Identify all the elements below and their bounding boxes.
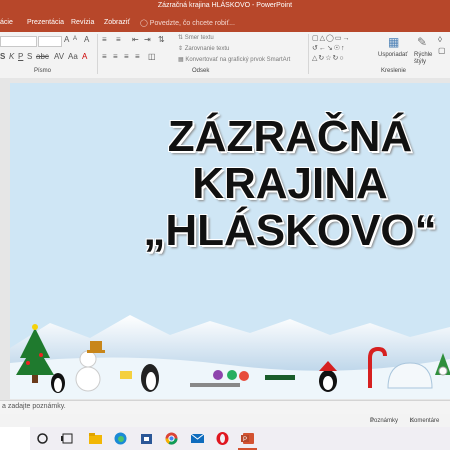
shape-outline-icon[interactable]: ▢ bbox=[438, 46, 446, 55]
strikethrough-icon[interactable]: abc bbox=[36, 52, 49, 61]
status-bar: ≡ Poznámky □ Komentáre bbox=[0, 414, 450, 427]
align-text-button[interactable]: ⇕ Zarovnanie textu bbox=[178, 45, 229, 52]
group-label-paragraph: Odsek bbox=[192, 68, 210, 74]
opera-icon[interactable] bbox=[215, 431, 230, 446]
slide-title[interactable]: ZÁZRAČNÁ KRAJINA „HLÁSKOVO“ bbox=[130, 113, 450, 254]
tab-slideshow[interactable]: Prezentácia bbox=[27, 19, 64, 26]
title-bar: Zázračná krajina HLÁSKOVO - PowerPoint bbox=[0, 0, 450, 16]
edge-icon[interactable] bbox=[113, 431, 128, 446]
tab-view[interactable]: Zobraziť bbox=[104, 19, 130, 26]
bullets-icon[interactable]: ≡ bbox=[102, 35, 107, 44]
shadow-icon[interactable]: S bbox=[27, 52, 32, 61]
convert-smartart-button[interactable]: ▦ Konvertovať na grafický prvok SmartArt bbox=[178, 56, 290, 63]
window-title: Zázračná krajina HLÁSKOVO - PowerPoint bbox=[157, 2, 293, 9]
group-label-font: Písmo bbox=[34, 68, 52, 74]
store-icon[interactable] bbox=[139, 431, 154, 446]
taskbar: P bbox=[0, 427, 450, 450]
align-text-icon: ⇕ bbox=[178, 46, 184, 52]
ribbon-tabs: ácie Prezentácia Revízia Zobraziť ◯ Pove… bbox=[0, 16, 450, 32]
group-label-drawing: Kreslenie bbox=[381, 68, 407, 74]
decrease-indent-icon[interactable]: ⇤ bbox=[132, 35, 139, 44]
smartart-icon: ▦ bbox=[178, 57, 184, 63]
divider bbox=[97, 34, 98, 74]
task-view-icon[interactable] bbox=[60, 431, 75, 446]
increase-indent-icon[interactable]: ⇥ bbox=[144, 35, 151, 44]
align-right-icon[interactable]: ≡ bbox=[124, 52, 129, 61]
notes-pane[interactable]: a zadajte poznámky. bbox=[0, 400, 450, 414]
numbering-icon[interactable]: ≡ bbox=[116, 35, 121, 44]
arrange-button[interactable]: ▦ Usporiadať bbox=[378, 35, 414, 67]
bold-icon[interactable]: S bbox=[0, 52, 5, 61]
tell-me-search[interactable]: ◯ Povedzte, čo chcete robiť... bbox=[140, 19, 235, 27]
powerpoint-icon[interactable]: P bbox=[240, 431, 255, 446]
lightbulb-icon: ◯ bbox=[140, 20, 148, 27]
text-direction-button[interactable]: ⇅ Smer textu bbox=[178, 34, 214, 41]
mail-icon[interactable] bbox=[190, 431, 205, 446]
clear-format-icon[interactable]: A bbox=[84, 35, 89, 44]
columns-icon[interactable]: ◫ bbox=[148, 52, 156, 61]
char-spacing-icon[interactable]: AV bbox=[54, 52, 64, 61]
align-left-icon[interactable]: ≡ bbox=[102, 52, 107, 61]
tab-home[interactable]: ácie bbox=[0, 19, 13, 26]
slide-title-line: ZÁZRAČNÁ bbox=[167, 112, 413, 161]
font-color-icon[interactable]: A bbox=[82, 52, 87, 61]
file-explorer-icon[interactable] bbox=[88, 431, 103, 446]
chrome-icon[interactable] bbox=[164, 431, 179, 446]
quick-styles-icon: ✎ bbox=[417, 35, 428, 49]
font-size-box[interactable] bbox=[38, 36, 62, 47]
tab-review[interactable]: Revízia bbox=[71, 19, 94, 26]
notes-placeholder: a zadajte poznámky. bbox=[2, 403, 66, 410]
italic-icon[interactable]: K bbox=[9, 52, 14, 61]
slide-canvas[interactable]: ZÁZRAČNÁ KRAJINA „HLÁSKOVO“ bbox=[10, 83, 450, 399]
shape-fill-icon[interactable]: ◊ bbox=[438, 35, 442, 44]
text-direction-icon: ⇅ bbox=[178, 35, 184, 41]
divider bbox=[308, 34, 309, 74]
taskbar-search-box[interactable] bbox=[0, 427, 30, 450]
search-circle-icon[interactable] bbox=[35, 431, 50, 446]
grow-font-icon[interactable]: A bbox=[64, 35, 69, 44]
underline-icon[interactable]: P bbox=[18, 52, 23, 61]
shapes-row-icons: ▢△◯▭→ ↺←↘☉↑ △↻☆↻○ bbox=[312, 35, 351, 62]
slide-title-line: KRAJINA bbox=[192, 159, 388, 208]
align-center-icon[interactable]: ≡ bbox=[113, 52, 118, 61]
line-spacing-icon[interactable]: ⇅ bbox=[158, 35, 165, 44]
justify-icon[interactable]: ≡ bbox=[135, 52, 140, 61]
font-name-box[interactable] bbox=[0, 36, 37, 47]
slide-title-line: „HLÁSKOVO“ bbox=[143, 206, 437, 255]
shapes-gallery[interactable]: ▢△◯▭→ ↺←↘☉↑ △↻☆↻○ bbox=[312, 34, 374, 66]
arrange-icon: ▦ bbox=[388, 35, 400, 49]
ribbon: A A A S K P S abc AV Aa A Písmo ≡ ≡ ⇤ ⇥ … bbox=[0, 32, 450, 79]
change-case-icon[interactable]: Aa bbox=[68, 52, 78, 61]
shrink-font-icon[interactable]: A bbox=[73, 36, 77, 42]
svg-text:P: P bbox=[243, 437, 247, 443]
quick-styles-button[interactable]: ✎ Rýchle štýly bbox=[414, 35, 438, 67]
